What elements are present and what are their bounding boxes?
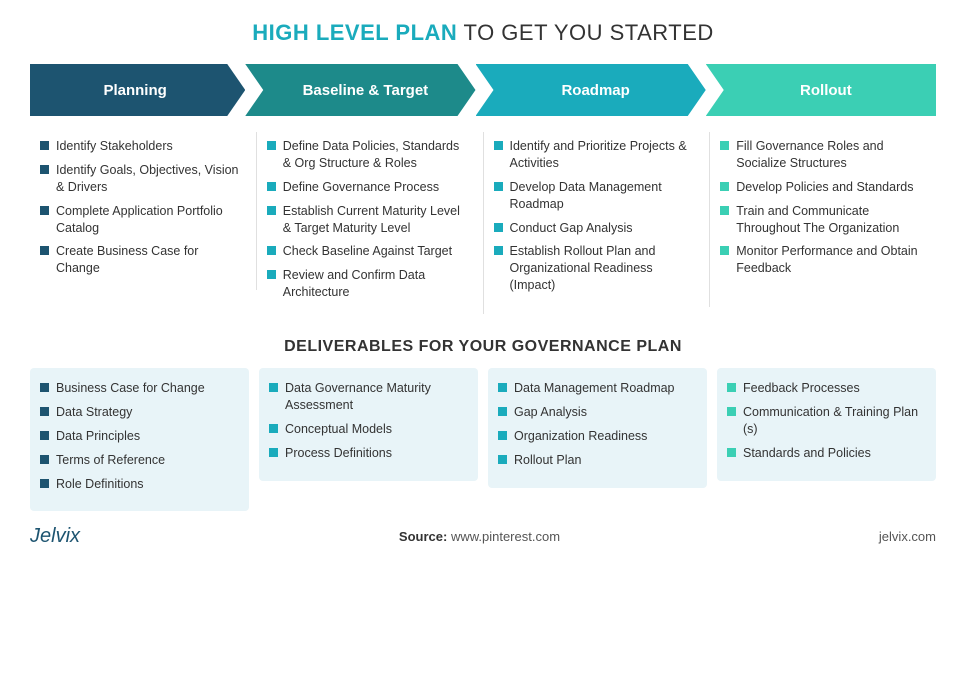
list-item: Fill Governance Roles and Socialize Stru… (720, 138, 922, 172)
bullet-icon (494, 223, 503, 232)
bullet-icon (40, 141, 49, 150)
list-item: Rollout Plan (498, 452, 695, 469)
bullet-icon (494, 141, 503, 150)
bullet-icon (720, 206, 729, 215)
bullet-icon (269, 383, 278, 392)
list-item: Data Governance Maturity Assessment (269, 380, 466, 414)
roadmap-bullets: Identify and Prioritize Projects & Activ… (484, 132, 711, 307)
bullet-icon (498, 455, 507, 464)
bullet-icon (40, 165, 49, 174)
bullet-icon (727, 448, 736, 457)
bullet-icon (267, 246, 276, 255)
deliverables-title: DELIVERABLES FOR YOUR GOVERNANCE PLAN (30, 338, 936, 356)
list-item: Complete Application Portfolio Catalog (40, 203, 242, 237)
bullet-icon (494, 246, 503, 255)
bullet-icon (498, 383, 507, 392)
source: Source: www.pinterest.com (399, 529, 560, 544)
list-item: Check Baseline Against Target (267, 243, 469, 260)
list-item: Terms of Reference (40, 452, 237, 469)
bullet-icon (40, 407, 49, 416)
list-item: Conduct Gap Analysis (494, 220, 696, 237)
page-title: HIGH LEVEL PLAN TO GET YOU STARTED (30, 20, 936, 46)
bullet-icon (727, 407, 736, 416)
list-item: Create Business Case for Change (40, 243, 242, 277)
bullet-icon (267, 141, 276, 150)
list-item: Develop Policies and Standards (720, 179, 922, 196)
list-item: Feedback Processes (727, 380, 924, 397)
list-item: Identify Stakeholders (40, 138, 242, 155)
bullet-icon (269, 424, 278, 433)
bullet-icon (40, 455, 49, 464)
list-item: Monitor Performance and Obtain Feedback (720, 243, 922, 277)
deliverables-rollout: Feedback Processes Communication & Train… (717, 368, 936, 481)
bullet-icon (40, 206, 49, 215)
deliverables-baseline: Data Governance Maturity Assessment Conc… (259, 368, 478, 481)
bullet-icon (40, 431, 49, 440)
list-item: Define Data Policies, Standards & Org St… (267, 138, 469, 172)
list-item: Develop Data Management Roadmap (494, 179, 696, 213)
bullet-icon (267, 270, 276, 279)
phase-planning: Planning (30, 64, 245, 116)
bullet-icon (498, 431, 507, 440)
footer: Jelvix Source: www.pinterest.com jelvix.… (30, 525, 936, 548)
bullet-icon (267, 182, 276, 191)
planning-bullets: Identify Stakeholders Identify Goals, Ob… (30, 132, 257, 290)
rollout-bullets: Fill Governance Roles and Socialize Stru… (710, 132, 936, 290)
list-item: Organization Readiness (498, 428, 695, 445)
phase-rollout: Rollout (706, 64, 936, 116)
list-item: Define Governance Process (267, 179, 469, 196)
bullet-icon (269, 448, 278, 457)
bullet-icon (40, 383, 49, 392)
bullet-icon (720, 182, 729, 191)
list-item: Review and Confirm Data Architecture (267, 267, 469, 301)
list-item: Business Case for Change (40, 380, 237, 397)
list-item: Gap Analysis (498, 404, 695, 421)
list-item: Establish Rollout Plan and Organizationa… (494, 243, 696, 294)
deliverables-row: Business Case for Change Data Strategy D… (30, 368, 936, 511)
bullet-icon (720, 246, 729, 255)
list-item: Identify and Prioritize Projects & Activ… (494, 138, 696, 172)
list-item: Conceptual Models (269, 421, 466, 438)
list-item: Train and Communicate Throughout The Org… (720, 203, 922, 237)
list-item: Identify Goals, Objectives, Vision & Dri… (40, 162, 242, 196)
deliverables-planning: Business Case for Change Data Strategy D… (30, 368, 249, 511)
bullet-icon (727, 383, 736, 392)
domain: jelvix.com (879, 529, 936, 544)
list-item: Process Definitions (269, 445, 466, 462)
list-item: Role Definitions (40, 476, 237, 493)
deliverables-roadmap: Data Management Roadmap Gap Analysis Org… (488, 368, 707, 488)
bullet-icon (40, 479, 49, 488)
phase-baseline: Baseline & Target (245, 64, 475, 116)
phase-roadmap: Roadmap (476, 64, 706, 116)
list-item: Data Principles (40, 428, 237, 445)
bullet-icon (494, 182, 503, 191)
bullet-icon (720, 141, 729, 150)
baseline-bullets: Define Data Policies, Standards & Org St… (257, 132, 484, 314)
list-item: Communication & Training Plan (s) (727, 404, 924, 438)
bullets-row: Identify Stakeholders Identify Goals, Ob… (30, 132, 936, 314)
list-item: Standards and Policies (727, 445, 924, 462)
bullet-icon (498, 407, 507, 416)
list-item: Data Strategy (40, 404, 237, 421)
logo: Jelvix (30, 525, 80, 548)
bullet-icon (40, 246, 49, 255)
phases-row: Planning Baseline & Target Roadmap Rollo… (30, 64, 936, 116)
list-item: Data Management Roadmap (498, 380, 695, 397)
bullet-icon (267, 206, 276, 215)
list-item: Establish Current Maturity Level & Targe… (267, 203, 469, 237)
